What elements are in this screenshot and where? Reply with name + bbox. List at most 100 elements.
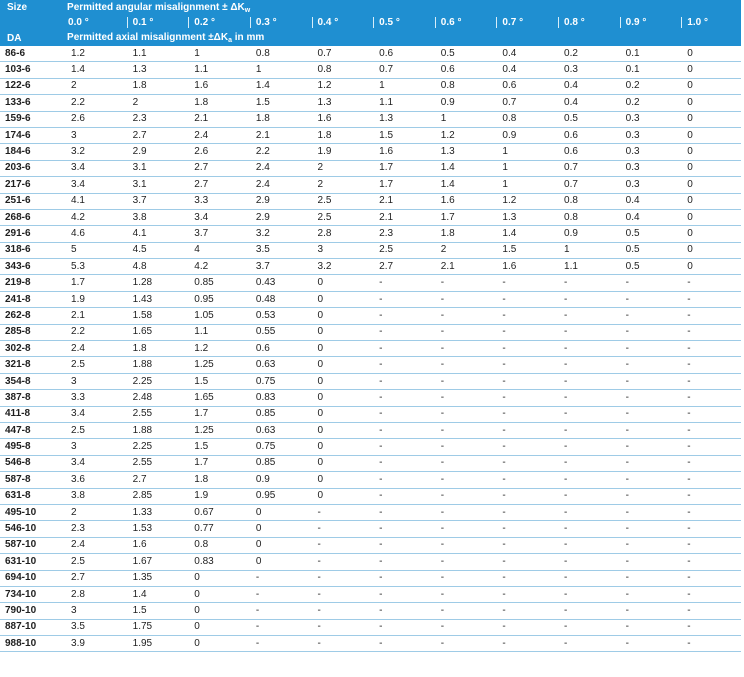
value-cell: 2.2 [247, 143, 310, 161]
value-cell: 0.3 [556, 61, 618, 79]
value-cell: - [494, 340, 557, 358]
angle-header-cell: 0.1 ° [124, 15, 187, 30]
size-cell: 387-8 [0, 389, 64, 407]
table-row: 251-6 4.1 3.7 3.3 2.9 2.5 2.1 1.6 1.2 0.8 0.4 0 [0, 193, 741, 210]
value-cell: 2.55 [124, 455, 187, 473]
value-cell: - [494, 537, 557, 555]
value-cell: 1.5 [124, 602, 187, 620]
value-cell: - [617, 274, 680, 292]
value-cell: 0.4 [494, 61, 557, 79]
value-cell: 1 [247, 61, 310, 79]
value-cell: - [556, 488, 618, 505]
value-cell: - [679, 291, 741, 309]
size-cell: 321-8 [0, 356, 64, 374]
size-cell: 291-6 [0, 225, 64, 243]
value-cell: 1 [494, 176, 557, 194]
value-cell: 0.7 [556, 160, 618, 178]
value-cell: 2 [432, 242, 495, 260]
size-cell: 546-8 [0, 455, 64, 473]
value-cell: - [617, 520, 680, 538]
table-row: 495-10 2 1.33 0.67 0- - - - - - - [0, 504, 741, 522]
value-cell: 0.83 [247, 389, 310, 407]
value-cell: 2.6 [63, 111, 125, 128]
value-cell: - [432, 602, 495, 620]
value-cell: 1.65 [124, 324, 187, 342]
value-cell: 0.5 [432, 46, 495, 63]
value-cell: 2.85 [124, 488, 187, 505]
value-cell: - [432, 422, 495, 440]
value-cell: - [494, 307, 557, 325]
value-cell: 3 [63, 602, 125, 620]
table-row: 241-8 1.9 1.43 0.95 0.48 0- - - - - - [0, 291, 741, 309]
angle-separator [188, 17, 190, 28]
angle-header-cell: 0.0 ° [63, 15, 125, 30]
value-cell: 1.6 [432, 193, 495, 210]
table-row: 354-8 3 2.25 1.5 0.75 0- - - - - - [0, 373, 741, 391]
value-cell: 1.5 [494, 242, 557, 260]
value-cell: 2.2 [63, 324, 125, 342]
value-cell: 1.5 [371, 127, 433, 145]
table-row: 302-8 2.4 1.8 1.2 0.6 0- - - - - - [0, 340, 741, 358]
value-cell: 0.7 [556, 176, 618, 194]
value-cell: 1.7 [371, 176, 433, 194]
value-cell: 3.7 [247, 258, 310, 276]
value-cell: 0.6 [247, 340, 310, 358]
size-cell: 887-10 [0, 619, 64, 637]
angle-header-cell: 0.3 ° [247, 15, 310, 30]
size-cell: 447-8 [0, 422, 64, 440]
value-cell: 3.1 [124, 160, 187, 178]
value-cell: 2.8 [309, 225, 372, 243]
value-cell: 1 [494, 160, 557, 178]
value-cell: 2.7 [63, 570, 125, 587]
value-cell: - [679, 520, 741, 538]
value-cell: 1.28 [124, 274, 187, 292]
value-cell: 0.8 [556, 193, 618, 210]
value-cell: - [617, 570, 680, 587]
value-cell: - [556, 471, 618, 489]
value-cell: 0.1 [617, 46, 680, 63]
value-cell: 0.95 [186, 291, 248, 309]
angular-misalignment-subscript: w [244, 6, 251, 14]
value-cell: 1.9 [63, 291, 125, 309]
size-cell: 302-8 [0, 340, 64, 358]
value-cell: - [432, 455, 495, 473]
value-cell: 3.4 [186, 209, 248, 227]
value-cell: 0.3 [617, 111, 680, 128]
value-cell: - [556, 504, 618, 522]
value-cell: 3.8 [63, 488, 125, 505]
value-cell: 2.7 [186, 160, 248, 178]
value-cell: 1.2 [63, 46, 125, 63]
value-cell: 0.77 [186, 520, 248, 538]
value-cell: 2.8 [63, 586, 125, 604]
value-cell: - [617, 602, 680, 620]
value-cell: - [432, 373, 495, 391]
value-cell: 5.3 [63, 258, 125, 276]
value-cell: - [617, 307, 680, 325]
value-cell: 1.1 [556, 258, 618, 276]
value-cell: - [247, 635, 310, 653]
size-cell: 251-6 [0, 193, 64, 210]
value-cell: 0 [309, 422, 372, 440]
value-cell: 1.1 [186, 61, 248, 79]
value-cell: - [432, 488, 495, 505]
table-row: 291-6 4.6 4.1 3.7 3.2 2.8 2.3 1.8 1.4 0.9 0.5 0 [0, 225, 741, 243]
value-cell: - [309, 520, 372, 538]
value-cell: 2.7 [371, 258, 433, 276]
value-cell: 2.5 [371, 242, 433, 260]
value-cell: 0.4 [494, 46, 557, 63]
value-cell: - [371, 635, 433, 653]
value-cell: 0 [679, 209, 741, 227]
value-cell: - [617, 324, 680, 342]
table-row: 988-10 3.9 1.95 0- - - - - - - - [0, 635, 741, 653]
value-cell: 2.5 [309, 193, 372, 210]
angle-header-row: 0.0 ° 0.1 ° 0.2 ° 0.3 ° 0.4 ° 0.5 ° 0.6 ° 0.7 °… [0, 15, 741, 30]
value-cell: 2.1 [186, 111, 248, 128]
value-cell: - [494, 389, 557, 407]
value-cell: 2.5 [63, 356, 125, 374]
value-cell: - [494, 520, 557, 538]
value-cell: 1.3 [494, 209, 557, 227]
size-cell: 734-10 [0, 586, 64, 604]
value-cell: - [247, 586, 310, 604]
angle-separator [496, 17, 498, 28]
size-cell: 631-10 [0, 553, 64, 571]
